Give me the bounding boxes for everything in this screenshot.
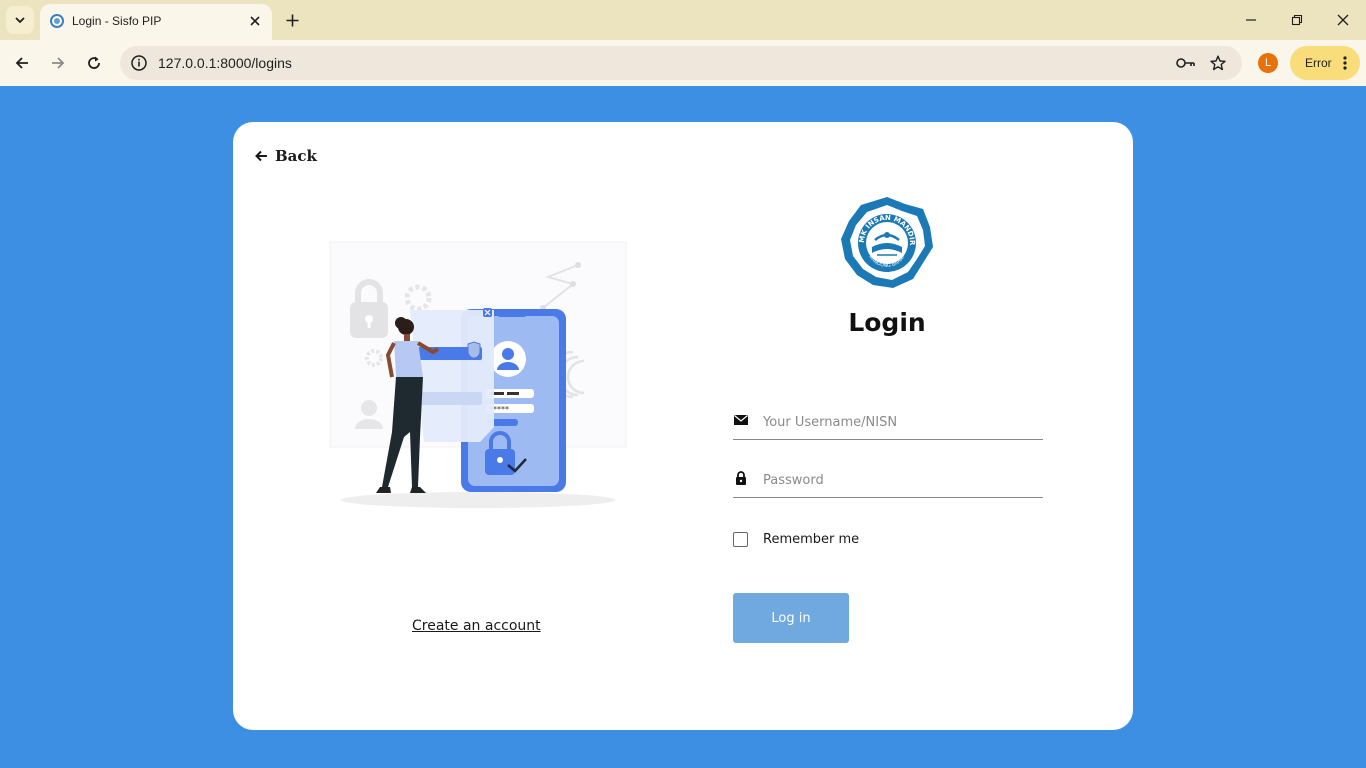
password-key-button[interactable] <box>1176 53 1196 73</box>
tab-search-button[interactable] <box>6 6 34 34</box>
page-title: Login <box>848 308 926 337</box>
browser-tab-strip: Login - Sisfo PIP <box>0 0 1366 40</box>
browser-tab[interactable]: Login - Sisfo PIP <box>40 4 272 40</box>
close-icon <box>250 16 260 26</box>
minimize-icon <box>1246 19 1256 21</box>
envelope-icon <box>734 415 748 425</box>
site-favicon-icon <box>50 14 64 28</box>
error-menu-button[interactable]: Error <box>1290 46 1360 80</box>
password-field <box>733 464 1043 498</box>
arrow-right-icon <box>52 57 65 69</box>
close-icon <box>1337 14 1349 26</box>
back-label: Back <box>275 147 317 165</box>
back-nav-button[interactable] <box>8 49 36 77</box>
create-account-link[interactable]: Create an account <box>412 618 541 634</box>
more-vert-icon <box>1343 56 1347 70</box>
forward-nav-button[interactable] <box>44 49 72 77</box>
star-icon <box>1210 55 1226 71</box>
address-bar[interactable]: 127.0.0.1:8000/logins <box>120 46 1242 80</box>
profile-avatar[interactable]: L <box>1258 53 1278 73</box>
login-card: Back ***** Create an account MK INSAN MA… <box>233 122 1133 730</box>
reload-icon <box>88 56 100 69</box>
restore-icon <box>1291 14 1303 26</box>
lock-icon <box>736 471 746 485</box>
site-info-icon[interactable] <box>130 54 148 72</box>
close-window-button[interactable] <box>1320 0 1366 40</box>
bookmark-button[interactable] <box>1208 53 1228 73</box>
arrow-left-icon <box>15 57 28 69</box>
remember-me-row: Remember me <box>733 532 859 547</box>
arrow-left-icon <box>255 150 267 162</box>
remember-me-label: Remember me <box>763 532 860 547</box>
restore-button[interactable] <box>1274 0 1320 40</box>
school-logo: SMK INSAN MANDIRI BANDUNG BARAT <box>839 195 933 288</box>
remember-me-checkbox[interactable] <box>733 532 748 547</box>
login-illustration: ***** <box>329 241 627 508</box>
key-icon <box>1176 58 1195 68</box>
plus-icon <box>286 14 298 26</box>
new-tab-button[interactable] <box>280 8 304 32</box>
login-button[interactable]: Log in <box>733 593 849 643</box>
error-label: Error <box>1305 56 1332 70</box>
password-input[interactable] <box>763 464 1033 496</box>
url-text: 127.0.0.1:8000/logins <box>158 55 292 71</box>
minimize-button[interactable] <box>1228 0 1274 40</box>
tab-title: Login - Sisfo PIP <box>72 14 162 28</box>
username-field <box>733 406 1043 440</box>
tab-close-button[interactable] <box>246 12 264 30</box>
reload-button[interactable] <box>80 49 108 77</box>
username-input[interactable] <box>763 406 1033 438</box>
chevron-down-icon <box>15 17 25 24</box>
browser-toolbar: 127.0.0.1:8000/logins L Error <box>0 40 1366 86</box>
back-link[interactable]: Back <box>255 147 317 165</box>
